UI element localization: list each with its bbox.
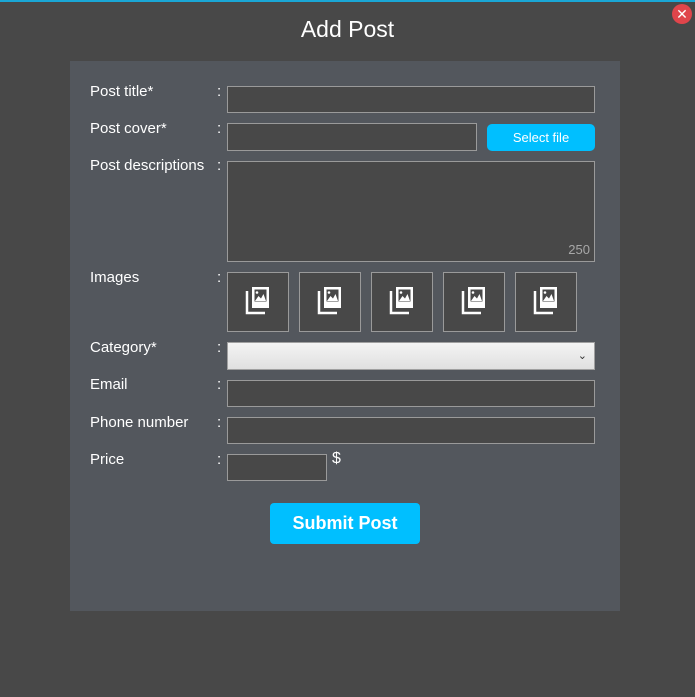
select-file-button[interactable]: Select file [487,124,595,151]
dialog-title: Add Post [300,16,395,42]
phone-number-input[interactable] [227,417,595,444]
image-gallery-icon [317,285,343,320]
email-input[interactable] [227,380,595,407]
price-separator: : [217,451,222,468]
post-title-input[interactable] [227,86,595,113]
category-separator: : [217,339,222,356]
image-gallery-icon [389,285,415,320]
image-upload-slot[interactable] [515,272,577,332]
email-label: Email [90,376,128,393]
images-separator: : [217,269,222,286]
image-gallery-icon [533,285,559,320]
image-gallery-icon [461,285,487,320]
price-input[interactable] [227,454,327,481]
image-gallery-icon [245,285,271,320]
images-label: Images [90,269,140,286]
price-label: Price [90,451,125,468]
image-upload-slot[interactable] [299,272,361,332]
post-cover-input[interactable] [227,123,477,151]
post-descriptions-separator: : [217,157,222,174]
phone-number-separator: : [217,414,222,431]
post-descriptions-label: Post descriptions [90,157,205,174]
category-label: Category* [90,339,157,356]
image-upload-slot[interactable] [443,272,505,332]
post-cover-separator: : [217,120,222,137]
currency-symbol: $ [332,450,341,467]
image-upload-slot[interactable] [227,272,289,332]
email-separator: : [217,376,222,393]
window-top-border [0,0,695,2]
image-upload-slot[interactable] [371,272,433,332]
category-select[interactable]: ⌄ [227,342,595,370]
post-title-separator: : [217,83,222,100]
post-descriptions-textarea[interactable]: 250 [227,161,595,262]
character-counter: 250 [568,242,590,257]
add-post-form: Post title* : Post cover* : Select file … [70,61,620,611]
chevron-down-icon: ⌄ [577,350,587,362]
post-cover-label: Post cover* [90,120,167,137]
post-title-label: Post title* [90,83,154,100]
phone-number-label: Phone number [90,414,189,431]
submit-post-button[interactable]: Submit Post [270,503,420,544]
